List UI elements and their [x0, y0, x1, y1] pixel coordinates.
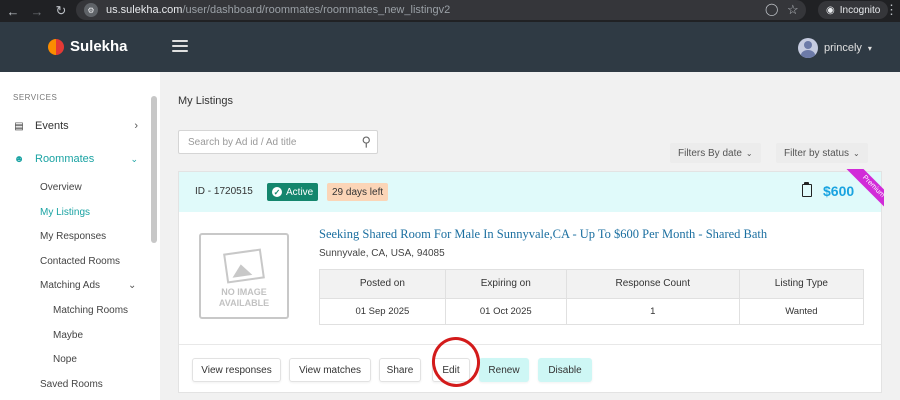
site-info-icon[interactable]: ⚙ [84, 3, 98, 17]
sidebar-item-matching-ads[interactable]: Matching Ads ⌄ [40, 280, 136, 291]
renew-button[interactable]: Renew [479, 358, 529, 382]
listing-location: Sunnyvale, CA, USA, 94085 [319, 248, 445, 259]
table-row: 01 Sep 2025 01 Oct 2025 1 Wanted [319, 297, 865, 326]
url-path: /user/dashboard/roommates/roommates_new_… [182, 4, 451, 16]
sidebar-item-my-responses[interactable]: My Responses [40, 231, 106, 242]
logo-mark-icon [48, 38, 64, 55]
premium-ribbon: Premium [838, 169, 884, 215]
listing-actions-bar: View responses View matches Share Edit R… [179, 344, 881, 393]
filter-by-status-label: Filter by status [784, 147, 850, 159]
sidebar: SERVICES ▤ Events › ☻ Roommates ⌄ Overvi… [0, 72, 160, 400]
sidebar-item-label: Matching Ads [40, 280, 101, 291]
days-left-badge: 29 days left [327, 183, 389, 201]
sidebar-item-roommates[interactable]: ☻ Roommates ⌄ [13, 153, 138, 165]
view-matches-button[interactable]: View matches [289, 358, 371, 382]
sidebar-item-label: Events [35, 120, 69, 132]
listing-id: ID - 1720515 [195, 186, 253, 197]
sidebar-item-contacted-rooms[interactable]: Contacted Rooms [40, 256, 120, 267]
address-bar[interactable]: ⚙ us.sulekha.com /user/dashboard/roommat… [76, 0, 806, 20]
listing-card-header: ID - 1720515 ✓ Active 29 days left $600 … [179, 169, 884, 215]
chevron-down-icon: ▾ [867, 43, 872, 53]
premium-ribbon-label: Premium [845, 169, 884, 215]
url-host: us.sulekha.com [106, 4, 183, 16]
forward-arrow-icon[interactable]: → [26, 0, 48, 22]
status-badge-label: Active [286, 186, 314, 198]
page-title: My Listings [178, 95, 234, 107]
sidebar-item-events[interactable]: ▤ Events › [13, 120, 138, 132]
sidebar-section-label: SERVICES [13, 93, 58, 102]
calendar-icon: ▤ [14, 120, 24, 132]
sidebar-item-label: Roommates [35, 153, 95, 165]
no-image-line1: NO IMAGE [221, 287, 267, 297]
no-image-text: NO IMAGE AVAILABLE [219, 287, 269, 309]
users-icon: ☻ [13, 153, 25, 165]
table-header: Expiring on [444, 269, 567, 299]
check-circle-icon: ✓ [272, 187, 282, 197]
back-arrow-icon[interactable]: ← [2, 0, 24, 22]
table-header: Response Count [565, 269, 740, 299]
sidebar-item-nope[interactable]: Nope [53, 354, 77, 365]
tracking-protection-eye-icon[interactable]: ◯ [765, 2, 781, 18]
reload-icon[interactable]: ↻ [50, 0, 72, 22]
listing-title-link[interactable]: Seeking Shared Room For Male In Sunnyval… [319, 227, 767, 242]
incognito-indicator[interactable]: ◉ Incognito [818, 1, 889, 19]
chevron-right-icon: › [134, 120, 138, 132]
chevron-down-icon: ⌄ [130, 153, 138, 164]
bookmark-star-icon[interactable]: ☆ [787, 2, 803, 18]
browser-menu-icon[interactable]: ⋮ [885, 2, 898, 18]
chevron-down-icon: ⌄ [853, 148, 860, 158]
chevron-down-icon: ⌄ [128, 280, 137, 291]
sidebar-item-maybe[interactable]: Maybe [53, 330, 83, 341]
listing-type-value: Wanted [738, 297, 865, 326]
disable-button[interactable]: Disable [538, 358, 592, 382]
browser-toolbar: ← → ↻ ⚙ us.sulekha.com /user/dashboard/r… [0, 0, 900, 22]
sidebar-item-my-listings[interactable]: My Listings [40, 207, 90, 218]
chevron-down-icon: ⌄ [745, 148, 753, 158]
user-menu[interactable]: princely ▾ [798, 38, 872, 58]
table-header: Listing Type [738, 269, 865, 299]
no-image-placeholder: NO IMAGE AVAILABLE [199, 233, 289, 319]
sidebar-item-matching-rooms[interactable]: Matching Rooms [53, 305, 128, 316]
sulekha-logo[interactable]: Sulekha [48, 38, 128, 55]
sidebar-item-saved-rooms[interactable]: Saved Rooms [40, 379, 103, 390]
posted-on-value: 01 Sep 2025 [319, 297, 446, 326]
filter-by-status-dropdown[interactable]: Filter by status ⌄ [776, 143, 868, 163]
user-name: princely [824, 42, 862, 54]
search-icon[interactable]: ⚲ [361, 134, 371, 150]
expiring-on-value: 01 Oct 2025 [444, 297, 567, 326]
response-count-value: 1 [565, 297, 740, 326]
clipboard-icon [802, 182, 812, 197]
image-placeholder-icon [223, 248, 265, 284]
listing-info-table: Posted on Expiring on Response Count Lis… [319, 269, 865, 326]
sidebar-scrollbar[interactable] [151, 96, 157, 243]
logo-text: Sulekha [70, 38, 128, 55]
table-header: Posted on [319, 269, 446, 299]
no-image-line2: AVAILABLE [218, 298, 270, 308]
hamburger-menu-icon[interactable] [172, 40, 188, 52]
table-header-row: Posted on Expiring on Response Count Lis… [319, 269, 865, 299]
listing-card: ID - 1720515 ✓ Active 29 days left $600 … [178, 169, 884, 393]
sidebar-item-overview[interactable]: Overview [40, 182, 82, 193]
avatar [798, 38, 818, 58]
search-input[interactable] [188, 136, 348, 148]
view-responses-button[interactable]: View responses [192, 358, 281, 382]
app-header: Sulekha princely ▾ [0, 22, 900, 72]
filter-by-date-dropdown[interactable]: Filters By date ⌄ [670, 143, 761, 163]
incognito-label: Incognito [839, 4, 881, 16]
incognito-icon: ◉ [826, 4, 835, 16]
status-badge: ✓ Active [267, 183, 319, 201]
share-button[interactable]: Share [379, 358, 421, 382]
filter-by-date-label: Filters By date [678, 147, 742, 159]
search-box: ⚲ [178, 130, 378, 154]
